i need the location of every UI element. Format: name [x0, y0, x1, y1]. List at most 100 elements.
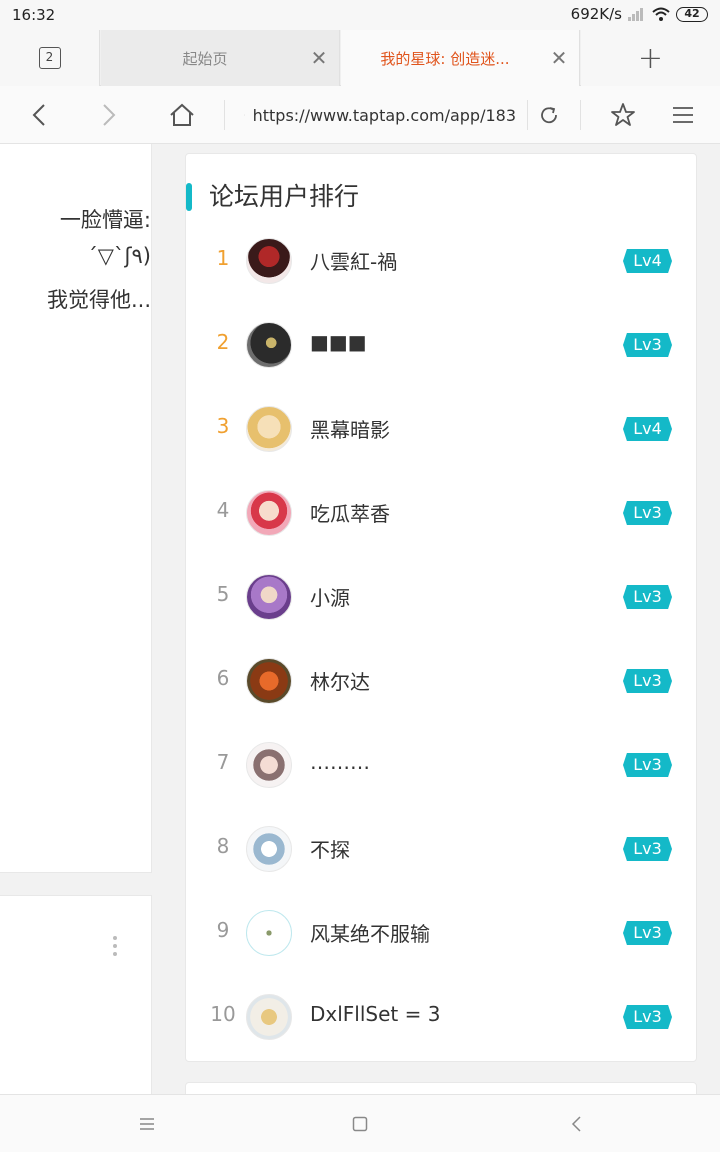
username[interactable]: 不探: [310, 834, 350, 863]
hamburger-icon: [673, 107, 693, 123]
rank-number: 9: [216, 918, 230, 942]
tab-bar: 2 起始页 ✕ 我的星球: 创造迷... ✕ +: [0, 30, 720, 86]
ranking-row[interactable]: 6 林尔达 Lv3: [186, 638, 696, 722]
divider: [224, 100, 225, 130]
status-bar: 16:32 692K/s 42: [0, 0, 720, 30]
rank-number: 8: [216, 834, 230, 858]
user-ranking-card: 论坛用户排行 1 八雲紅-禍 Lv4 2 ■■■ Lv3 3 黑幕暗影 Lv4: [185, 153, 697, 1062]
level-badge: Lv4: [623, 249, 672, 273]
level-badge: Lv3: [623, 753, 672, 777]
tab-title: 我的星球: 创造迷...: [380, 49, 510, 68]
rank-number: 6: [216, 666, 230, 690]
status-time: 16:32: [12, 6, 56, 24]
rank-number: 7: [216, 750, 230, 774]
ranking-row[interactable]: 10 DxlFllSet = 3 Lv3: [186, 974, 696, 1058]
level-badge: Lv3: [623, 585, 672, 609]
close-icon[interactable]: ✕: [299, 46, 339, 70]
tab-title: 起始页: [182, 49, 228, 68]
home-system-button[interactable]: [330, 1095, 390, 1152]
avatar[interactable]: [246, 994, 292, 1040]
username[interactable]: 黑幕暗影: [310, 414, 390, 443]
avatar[interactable]: [246, 406, 292, 452]
ranking-row[interactable]: 7 ……… Lv3: [186, 722, 696, 806]
chevron-left-icon: [571, 1116, 581, 1132]
square-icon: [352, 1116, 368, 1132]
ranking-row[interactable]: 2 ■■■ Lv3: [186, 302, 696, 386]
signal-icon: [628, 7, 646, 21]
rank-number: 5: [216, 582, 230, 606]
avatar[interactable]: [246, 490, 292, 536]
ranking-row[interactable]: 3 黑幕暗影 Lv4: [186, 386, 696, 470]
address-field[interactable]: https://www.taptap.com/app/183: [244, 86, 516, 144]
url-bar: https://www.taptap.com/app/183: [0, 86, 720, 144]
level-badge: Lv3: [623, 669, 672, 693]
bookmark-button[interactable]: [598, 86, 648, 144]
chevron-right-icon: [103, 104, 116, 126]
rank-number: 3: [216, 414, 230, 438]
ranking-row[interactable]: 9 风某绝不服输 Lv3: [186, 890, 696, 974]
close-icon[interactable]: ✕: [539, 46, 579, 70]
home-button[interactable]: [157, 86, 207, 144]
avatar[interactable]: [246, 574, 292, 620]
post-text-line: ´▽`ʃ٩): [87, 244, 151, 268]
username[interactable]: ………: [310, 750, 370, 774]
forward-button[interactable]: [84, 86, 134, 144]
username[interactable]: 小源: [310, 582, 350, 611]
status-indicators: 692K/s 42: [571, 5, 708, 23]
level-badge: Lv3: [623, 501, 672, 525]
username[interactable]: 风某绝不服输: [310, 918, 430, 947]
tab-switcher-button[interactable]: 2: [0, 30, 100, 86]
reload-icon: [541, 107, 557, 124]
username[interactable]: 吃瓜萃香: [310, 498, 390, 527]
tab-start-page[interactable]: 起始页 ✕: [101, 30, 340, 86]
more-options-icon[interactable]: [112, 936, 118, 958]
avatar[interactable]: [246, 742, 292, 788]
battery-icon: 42: [676, 6, 708, 22]
next-card: [185, 1082, 697, 1094]
level-badge: Lv3: [623, 921, 672, 945]
plus-icon: +: [637, 40, 664, 76]
reload-button[interactable]: [526, 86, 572, 144]
ranking-row[interactable]: 5 小源 Lv3: [186, 554, 696, 638]
level-badge: Lv3: [623, 1005, 672, 1029]
accent-bar: [186, 183, 192, 211]
tab-current-page[interactable]: 我的星球: 创造迷... ✕: [341, 30, 580, 86]
ranking-header: 论坛用户排行: [186, 176, 696, 216]
menu-lines-icon: [140, 1118, 154, 1130]
ranking-row[interactable]: 8 不探 Lv3: [186, 806, 696, 890]
new-tab-button[interactable]: +: [581, 30, 720, 86]
recent-apps-button[interactable]: [117, 1095, 177, 1152]
tab-count: 2: [38, 47, 61, 69]
avatar[interactable]: [246, 658, 292, 704]
avatar[interactable]: [246, 322, 292, 368]
back-button[interactable]: [14, 86, 64, 144]
username[interactable]: DxlFllSet = 3: [310, 1002, 440, 1026]
rank-number: 4: [216, 498, 230, 522]
star-icon: [611, 103, 635, 126]
username[interactable]: 八雲紅-禍: [310, 246, 397, 275]
post-text-line: 一脸懵逼:: [59, 208, 151, 232]
network-speed: 692K/s: [570, 5, 622, 23]
post-card[interactable]: 一脸懵逼: ´▽`ʃ٩) 我觉得他...: [0, 144, 152, 873]
username[interactable]: 林尔达: [310, 666, 370, 695]
home-icon: [170, 103, 194, 126]
ranking-row[interactable]: 4 吃瓜萃香 Lv3: [186, 470, 696, 554]
level-badge: Lv4: [623, 417, 672, 441]
rank-number: 10: [210, 1002, 236, 1026]
username[interactable]: ■■■: [310, 330, 367, 354]
system-navigation-bar: [0, 1094, 720, 1152]
menu-button[interactable]: [658, 86, 708, 144]
url-text: https://www.taptap.com/app/183: [252, 105, 516, 125]
avatar[interactable]: [246, 238, 292, 284]
divider: [580, 100, 581, 130]
post-card[interactable]: [0, 895, 152, 1094]
ranking-row[interactable]: 1 八雲紅-禍 Lv4: [186, 218, 696, 302]
rank-number: 2: [216, 330, 230, 354]
back-system-button[interactable]: [546, 1095, 606, 1152]
level-badge: Lv3: [623, 333, 672, 357]
rank-number: 1: [216, 246, 230, 270]
avatar[interactable]: [246, 826, 292, 872]
level-badge: Lv3: [623, 837, 672, 861]
post-text-line: 我觉得他...: [46, 288, 151, 312]
avatar[interactable]: [246, 910, 292, 956]
